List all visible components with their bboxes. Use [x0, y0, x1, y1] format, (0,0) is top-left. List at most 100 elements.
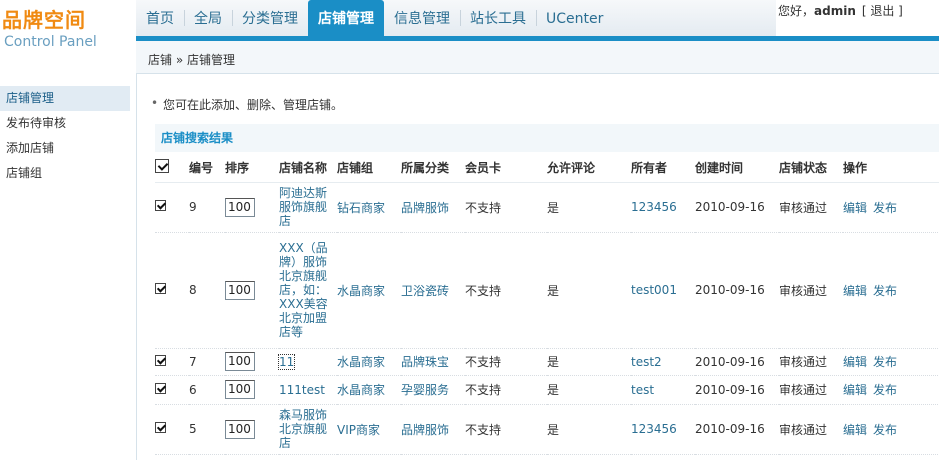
table-row: 9 100 阿迪达斯服饰旗舰店 钻石商家 品牌服饰 不支持 是 123456 2… — [155, 182, 939, 233]
col-created: 创建时间 — [695, 154, 779, 183]
row-checkbox[interactable] — [155, 382, 166, 394]
sidebar-item-shop-manage[interactable]: 店铺管理 — [0, 86, 130, 111]
created-date: 2010-09-16 — [695, 348, 779, 376]
col-order: 排序 — [225, 154, 279, 183]
username: admin — [814, 4, 856, 18]
publish-link[interactable]: 发布 — [873, 383, 897, 397]
allow-comment: 是 — [547, 348, 631, 376]
allow-comment: 是 — [547, 404, 631, 455]
member-card: 不支持 — [465, 375, 547, 405]
edit-link[interactable]: 编辑 — [843, 423, 867, 437]
created-date: 2010-09-16 — [695, 375, 779, 405]
shop-name-link[interactable]: 森马服饰北京旗舰店 — [279, 408, 337, 450]
edit-link[interactable]: 编辑 — [843, 284, 867, 298]
created-date: 2010-09-16 — [695, 182, 779, 233]
publish-link[interactable]: 发布 — [873, 355, 897, 369]
logo-title: 品牌空间 — [2, 8, 86, 32]
col-ops: 操作 — [843, 154, 939, 183]
shop-group-link[interactable]: VIP商家 — [337, 404, 401, 455]
owner-link[interactable]: 123456 — [631, 182, 695, 233]
nav-shop[interactable]: 店铺管理 — [308, 0, 384, 36]
member-card: 不支持 — [465, 348, 547, 376]
nav-global[interactable]: 全局 — [184, 0, 232, 36]
shop-status: 审核通过 — [779, 348, 843, 376]
sidebar: 店铺管理 发布待审核 添加店铺 店铺组 — [0, 86, 136, 460]
row-id: 5 — [189, 404, 225, 455]
publish-link[interactable]: 发布 — [873, 284, 897, 298]
section-title: 店铺搜索结果 — [155, 124, 939, 152]
header: 品牌空间 Control Panel 首页 全局 分类管理 店铺管理 信息管理 … — [0, 0, 939, 50]
nav-category[interactable]: 分类管理 — [232, 0, 308, 36]
row-id: 8 — [189, 232, 225, 349]
breadcrumb: 店铺 » 店铺管理 — [148, 53, 235, 67]
logout-link[interactable]: [ 退出 ] — [862, 4, 903, 18]
shop-table: 编号 排序 店铺名称 店铺组 所属分类 会员卡 允许评论 所有者 创建时间 店铺… — [155, 154, 939, 455]
allow-comment: 是 — [547, 232, 631, 349]
publish-link[interactable]: 发布 — [873, 423, 897, 437]
order-input[interactable]: 100 — [225, 419, 255, 439]
allow-comment: 是 — [547, 182, 631, 233]
member-card: 不支持 — [465, 404, 547, 455]
created-date: 2010-09-16 — [695, 404, 779, 455]
sidebar-item-shop-group[interactable]: 店铺组 — [0, 161, 130, 186]
order-input[interactable]: 100 — [225, 197, 255, 217]
owner-link[interactable]: test2 — [631, 348, 695, 376]
shop-group-link[interactable]: 水晶商家 — [337, 232, 401, 349]
category-link[interactable]: 品牌服饰 — [401, 404, 465, 455]
shop-name-link[interactable]: XXX（品牌）服饰北京旗舰店，如：XXX美容北京加盟店等 — [279, 241, 337, 339]
publish-link[interactable]: 发布 — [873, 201, 897, 215]
order-input[interactable]: 100 — [225, 280, 255, 300]
nav-info[interactable]: 信息管理 — [384, 0, 460, 36]
table-row: 5 100 森马服饰北京旗舰店 VIP商家 品牌服饰 不支持 是 123456 … — [155, 404, 939, 455]
order-input[interactable]: 100 — [225, 352, 255, 371]
row-id: 9 — [189, 182, 225, 233]
sidebar-item-add-shop[interactable]: 添加店铺 — [0, 136, 130, 161]
category-link[interactable]: 品牌珠宝 — [401, 348, 465, 376]
main-content: 您可在此添加、删除、管理店铺。 店铺搜索结果 编号 排序 店铺名称 店铺组 所属… — [136, 74, 939, 460]
breadcrumb-bar: 店铺 » 店铺管理 — [136, 41, 939, 74]
row-checkbox[interactable] — [155, 422, 166, 433]
select-all-checkbox[interactable] — [155, 159, 169, 174]
col-card: 会员卡 — [465, 154, 547, 183]
row-checkbox[interactable] — [155, 283, 166, 294]
edit-link[interactable]: 编辑 — [843, 355, 867, 369]
shop-name-link[interactable]: 阿迪达斯服饰旗舰店 — [279, 186, 337, 228]
col-name: 店铺名称 — [279, 154, 337, 183]
nav-ucenter[interactable]: UCenter — [536, 0, 613, 36]
row-id: 7 — [189, 348, 225, 376]
category-link[interactable]: 孕婴服务 — [401, 375, 465, 405]
col-comment: 允许评论 — [547, 154, 631, 183]
category-link[interactable]: 品牌服饰 — [401, 182, 465, 233]
shop-group-link[interactable]: 水晶商家 — [337, 375, 401, 405]
top-nav: 首页 全局 分类管理 店铺管理 信息管理 站长工具 UCenter — [136, 0, 776, 36]
shop-status: 审核通过 — [779, 404, 843, 455]
allow-comment: 是 — [547, 375, 631, 405]
owner-link[interactable]: 123456 — [631, 404, 695, 455]
shop-status: 审核通过 — [779, 375, 843, 405]
table-header-row: 编号 排序 店铺名称 店铺组 所属分类 会员卡 允许评论 所有者 创建时间 店铺… — [155, 154, 939, 183]
col-category: 所属分类 — [401, 154, 465, 183]
table-row: 8 100 XXX（品牌）服饰北京旗舰店，如：XXX美容北京加盟店等 水晶商家 … — [155, 232, 939, 349]
col-id: 编号 — [189, 154, 225, 183]
sidebar-item-pending[interactable]: 发布待审核 — [0, 111, 130, 136]
logo[interactable]: 品牌空间 Control Panel — [0, 0, 136, 86]
shop-name-link[interactable]: 11 — [277, 353, 296, 370]
col-owner: 所有者 — [631, 154, 695, 183]
row-checkbox[interactable] — [155, 200, 166, 211]
edit-link[interactable]: 编辑 — [843, 383, 867, 397]
shop-group-link[interactable]: 钻石商家 — [337, 182, 401, 233]
shop-name-link[interactable]: 111test — [279, 375, 337, 405]
order-input[interactable]: 100 — [225, 380, 255, 399]
created-date: 2010-09-16 — [695, 232, 779, 349]
category-link[interactable]: 卫浴瓷砖 — [401, 232, 465, 349]
shop-status: 审核通过 — [779, 232, 843, 349]
member-card: 不支持 — [465, 232, 547, 349]
nav-tools[interactable]: 站长工具 — [460, 0, 536, 36]
table-row: 6 100 111test 水晶商家 孕婴服务 不支持 是 test 2010-… — [155, 375, 939, 405]
nav-home[interactable]: 首页 — [136, 0, 184, 36]
owner-link[interactable]: test001 — [631, 232, 695, 349]
shop-group-link[interactable]: 水晶商家 — [337, 348, 401, 376]
row-checkbox[interactable] — [155, 354, 166, 366]
edit-link[interactable]: 编辑 — [843, 201, 867, 215]
owner-link[interactable]: test — [631, 375, 695, 405]
